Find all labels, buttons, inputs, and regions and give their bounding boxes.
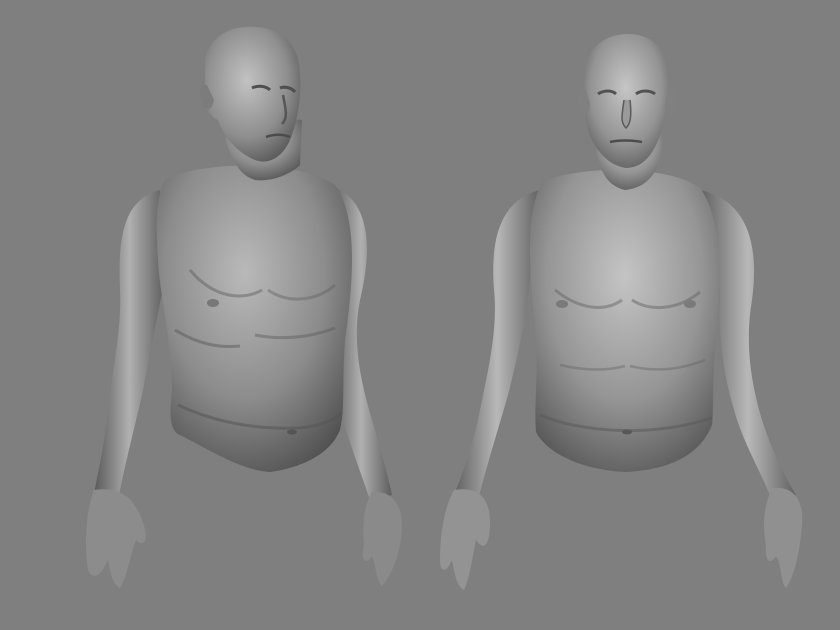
sculpt-right-figure: [440, 34, 803, 590]
sculpt-scene: [86, 26, 803, 590]
viewport-canvas[interactable]: [0, 0, 840, 630]
sculpt-left-figure: [86, 26, 402, 588]
